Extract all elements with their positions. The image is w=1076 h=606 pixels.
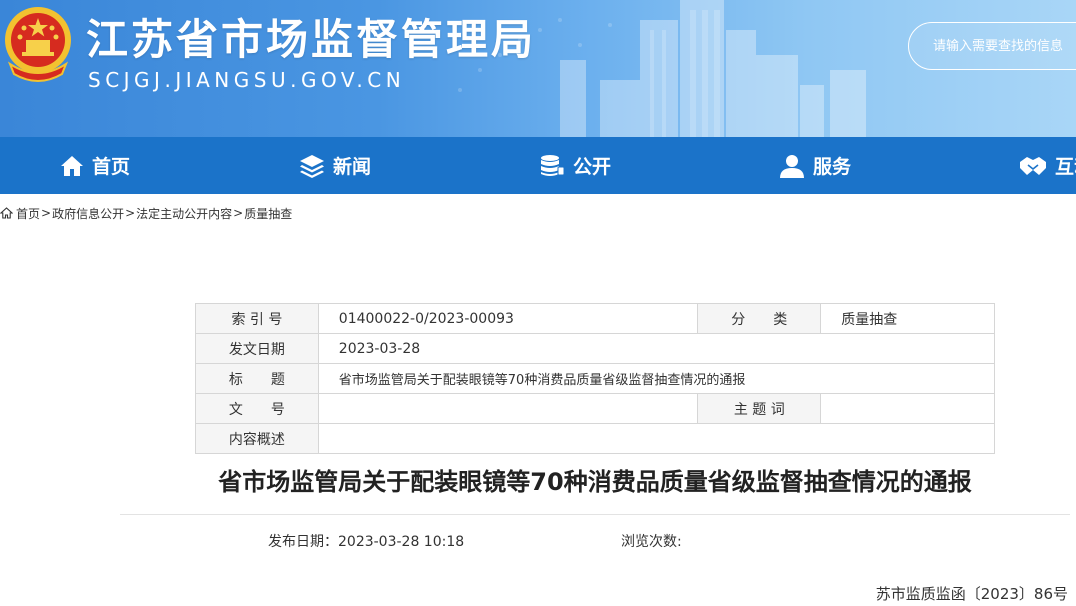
date-label: 发文日期	[195, 333, 319, 364]
search-input[interactable]	[908, 22, 1076, 70]
database-icon	[541, 154, 565, 176]
publish-date: 发布日期：2023-03-28 10:18	[268, 534, 465, 550]
nav-item-label: 公开	[573, 156, 612, 178]
breadcrumb-statutory[interactable]: 法定主动公开内容	[136, 205, 232, 222]
title-divider	[120, 514, 1070, 515]
category-value: 质量抽查	[820, 303, 995, 334]
index-value: 01400022-0/2023-00093	[317, 303, 699, 334]
nav-item-label: 首页	[92, 156, 131, 178]
category-label: 分 类	[697, 303, 822, 334]
document-number: 苏市监质监函〔2023〕86号	[875, 585, 1068, 603]
nav-item-interact[interactable]: 互动	[1019, 137, 1076, 194]
site-domain: SCJGJ.JIANGSU.GOV.CN	[88, 68, 406, 92]
document-info-table: 索 引 号 01400022-0/2023-00093 分 类 质量抽查 发文日…	[195, 303, 996, 454]
nav-item-service[interactable]: 服务	[779, 137, 851, 194]
table-row: 标 题 省市场监管局关于配装眼镜等70种消费品质量省级监督抽查情况的通报	[195, 363, 996, 394]
site-title: 江苏省市场监督管理局	[86, 15, 537, 64]
nav-item-label: 新闻	[333, 156, 372, 178]
article-title: 省市场监管局关于配装眼镜等70种消费品质量省级监督抽查情况的通报	[218, 468, 972, 496]
date-value: 2023-03-28	[317, 333, 996, 364]
docno-label: 文 号	[195, 393, 319, 424]
national-emblem-icon	[5, 7, 71, 82]
breadcrumb-home[interactable]: 首页	[16, 205, 40, 222]
breadcrumb-quality[interactable]: 质量抽查	[244, 205, 292, 222]
nav-item-news[interactable]: 新闻	[299, 137, 371, 194]
subject-value	[820, 393, 995, 424]
view-count: 浏览次数:	[621, 534, 682, 550]
title-value: 省市场监管局关于配装眼镜等70种消费品质量省级监督抽查情况的通报	[317, 363, 996, 394]
nav-item-label: 服务	[813, 156, 852, 178]
home-icon	[61, 155, 83, 176]
subject-label: 主 题 词	[697, 393, 822, 424]
index-label: 索 引 号	[195, 303, 319, 334]
table-row: 索 引 号 01400022-0/2023-00093 分 类 质量抽查	[195, 303, 995, 334]
table-row: 文 号 主 题 词	[195, 393, 995, 424]
breadcrumb-separator: >	[41, 206, 52, 220]
home-outline-icon	[0, 207, 13, 219]
nav-item-public[interactable]: 公开	[539, 137, 611, 194]
handshake-icon	[1020, 156, 1046, 175]
user-icon	[780, 154, 804, 178]
breadcrumb: 首页 > 政府信息公开 > 法定主动公开内容 > 质量抽查	[0, 204, 292, 222]
summary-label: 内容概述	[195, 423, 319, 454]
title-label: 标 题	[195, 363, 319, 394]
summary-value	[317, 423, 996, 454]
table-row: 发文日期 2023-03-28	[195, 333, 996, 364]
breadcrumb-gov-info[interactable]: 政府信息公开	[52, 205, 124, 222]
table-row: 内容概述	[195, 423, 996, 454]
breadcrumb-separator: >	[233, 206, 244, 220]
main-nav: 首页 新闻 公开 服务 互动	[0, 137, 1076, 194]
nav-item-label: 互动	[1055, 156, 1076, 178]
nav-item-home[interactable]: 首页	[60, 137, 130, 194]
breadcrumb-separator: >	[125, 206, 136, 220]
header-banner: 江苏省市场监督管理局 SCJGJ.JIANGSU.GOV.CN	[0, 0, 1076, 137]
docno-value	[317, 393, 699, 424]
layers-icon	[300, 154, 324, 178]
